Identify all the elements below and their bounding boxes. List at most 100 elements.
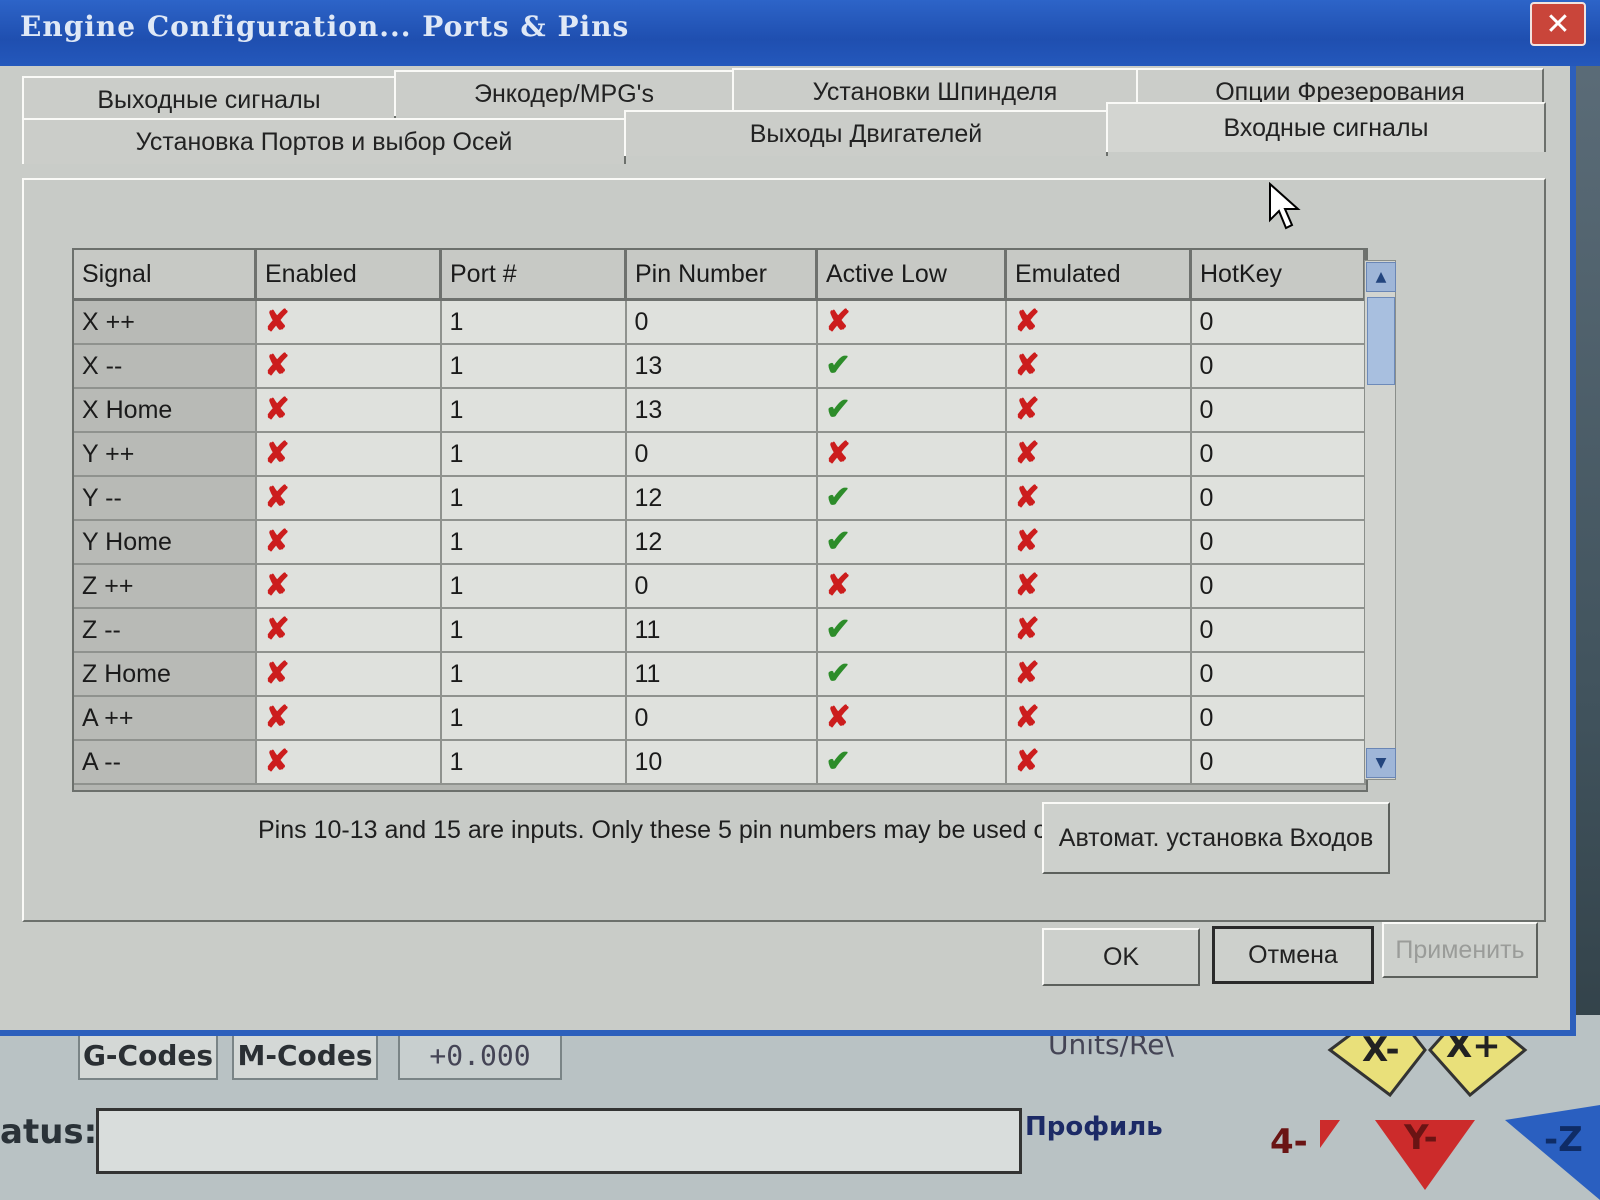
dialog-titlebar[interactable]: Engine Configuration... Ports & Pins ✕ (0, 0, 1600, 66)
hotkey-cell[interactable]: 0 (1190, 476, 1366, 521)
port-cell[interactable]: 1 (440, 652, 627, 697)
hotkey-cell[interactable]: 0 (1190, 652, 1366, 697)
tab-motor-outputs[interactable]: Выходы Двигателей (624, 110, 1108, 156)
table-row[interactable]: X ++ ✘ 1 0 ✘ ✘ 0 (74, 299, 1366, 345)
tab-port-axis-setup[interactable]: Установка Портов и выбор Осей (22, 118, 626, 164)
enabled-cell[interactable]: ✘ (255, 432, 442, 477)
table-row[interactable]: Z ++ ✘ 1 0 ✘ ✘ 0 (74, 564, 1366, 609)
pin-cell[interactable]: 13 (625, 344, 818, 389)
table-row[interactable]: Z -- ✘ 1 11 ✔ ✘ 0 (74, 608, 1366, 653)
active-low-cell[interactable]: ✘ (816, 299, 1007, 345)
table-row[interactable]: X -- ✘ 1 13 ✔ ✘ 0 (74, 344, 1366, 389)
pin-cell[interactable]: 10 (625, 740, 818, 785)
active-low-cell[interactable]: ✔ (816, 608, 1007, 653)
enabled-cell[interactable]: ✘ (255, 564, 442, 609)
apply-button[interactable]: Применить (1382, 922, 1538, 978)
table-row[interactable]: Z Home ✘ 1 11 ✔ ✘ 0 (74, 652, 1366, 697)
emulated-cell[interactable]: ✘ (1005, 476, 1192, 521)
col-enabled-header[interactable]: Enabled (255, 250, 442, 301)
port-cell[interactable]: 1 (440, 299, 627, 345)
hotkey-cell[interactable]: 0 (1190, 520, 1366, 565)
auto-setup-inputs-button[interactable]: Автомат. установка Входов (1042, 802, 1390, 874)
scroll-down-icon[interactable]: ▼ (1366, 748, 1396, 778)
active-low-cell[interactable]: ✘ (816, 564, 1007, 609)
port-cell[interactable]: 1 (440, 432, 627, 477)
signal-cell[interactable]: Y ++ (74, 432, 257, 477)
port-cell[interactable]: 1 (440, 476, 627, 521)
table-scrollbar[interactable]: ▲ ▼ (1364, 260, 1396, 780)
col-pin-header[interactable]: Pin Number (625, 250, 818, 301)
emulated-cell[interactable]: ✘ (1005, 652, 1192, 697)
emulated-cell[interactable]: ✘ (1005, 564, 1192, 609)
active-low-cell[interactable]: ✔ (816, 740, 1007, 785)
emulated-cell[interactable]: ✘ (1005, 608, 1192, 653)
hotkey-cell[interactable]: 0 (1190, 344, 1366, 389)
enabled-cell[interactable]: ✘ (255, 520, 442, 565)
emulated-cell[interactable]: ✘ (1005, 520, 1192, 565)
port-cell[interactable]: 1 (440, 388, 627, 433)
port-cell[interactable]: 1 (440, 740, 627, 785)
active-low-cell[interactable]: ✔ (816, 388, 1007, 433)
table-row[interactable]: A ++ ✘ 1 0 ✘ ✘ 0 (74, 696, 1366, 741)
scroll-up-icon[interactable]: ▲ (1366, 262, 1396, 292)
port-cell[interactable]: 1 (440, 564, 627, 609)
hotkey-cell[interactable]: 0 (1190, 696, 1366, 741)
active-low-cell[interactable]: ✔ (816, 652, 1007, 697)
hotkey-cell[interactable]: 0 (1190, 388, 1366, 433)
port-cell[interactable]: 1 (440, 696, 627, 741)
enabled-cell[interactable]: ✘ (255, 388, 442, 433)
signal-cell[interactable]: Y -- (74, 476, 257, 521)
close-button[interactable]: ✕ (1530, 2, 1586, 46)
col-hotkey-header[interactable]: HotKey (1190, 250, 1366, 301)
emulated-cell[interactable]: ✘ (1005, 696, 1192, 741)
active-low-cell[interactable]: ✔ (816, 476, 1007, 521)
enabled-cell[interactable]: ✘ (255, 299, 442, 345)
emulated-cell[interactable]: ✘ (1005, 344, 1192, 389)
hotkey-cell[interactable]: 0 (1190, 740, 1366, 785)
signal-cell[interactable]: X Home (74, 388, 257, 433)
enabled-cell[interactable]: ✘ (255, 608, 442, 653)
table-row[interactable]: Y Home ✘ 1 12 ✔ ✘ 0 (74, 520, 1366, 565)
port-cell[interactable]: 1 (440, 608, 627, 653)
emulated-cell[interactable]: ✘ (1005, 299, 1192, 345)
emulated-cell[interactable]: ✘ (1005, 740, 1192, 785)
active-low-cell[interactable]: ✔ (816, 520, 1007, 565)
table-row[interactable]: Y -- ✘ 1 12 ✔ ✘ 0 (74, 476, 1366, 521)
cancel-button[interactable]: Отмена (1212, 926, 1374, 984)
jog-4-minus-button[interactable] (1320, 1120, 1340, 1190)
pin-cell[interactable]: 13 (625, 388, 818, 433)
pin-cell[interactable]: 12 (625, 520, 818, 565)
signal-cell[interactable]: Z -- (74, 608, 257, 653)
scroll-thumb[interactable] (1367, 297, 1395, 385)
col-signal-header[interactable]: Signal (74, 250, 257, 301)
signal-cell[interactable]: X ++ (74, 299, 257, 345)
hotkey-cell[interactable]: 0 (1190, 608, 1366, 653)
ok-button[interactable]: OK (1042, 928, 1200, 986)
pin-cell[interactable]: 0 (625, 299, 818, 345)
signal-cell[interactable]: A -- (74, 740, 257, 785)
gcodes-button[interactable]: G-Codes (78, 1030, 218, 1080)
pin-cell[interactable]: 11 (625, 652, 818, 697)
pin-cell[interactable]: 0 (625, 564, 818, 609)
pin-cell[interactable]: 11 (625, 608, 818, 653)
active-low-cell[interactable]: ✘ (816, 432, 1007, 477)
emulated-cell[interactable]: ✘ (1005, 432, 1192, 477)
signal-cell[interactable]: Z ++ (74, 564, 257, 609)
hotkey-cell[interactable]: 0 (1190, 564, 1366, 609)
active-low-cell[interactable]: ✔ (816, 344, 1007, 389)
pin-cell[interactable]: 12 (625, 476, 818, 521)
signal-cell[interactable]: Z Home (74, 652, 257, 697)
port-cell[interactable]: 1 (440, 520, 627, 565)
pin-cell[interactable]: 0 (625, 696, 818, 741)
enabled-cell[interactable]: ✘ (255, 696, 442, 741)
tab-spindle-setup[interactable]: Установки Шпинделя (732, 68, 1138, 114)
enabled-cell[interactable]: ✘ (255, 740, 442, 785)
signal-cell[interactable]: X -- (74, 344, 257, 389)
hotkey-cell[interactable]: 0 (1190, 299, 1366, 345)
emulated-cell[interactable]: ✘ (1005, 388, 1192, 433)
port-cell[interactable]: 1 (440, 344, 627, 389)
table-row[interactable]: A -- ✘ 1 10 ✔ ✘ 0 (74, 740, 1366, 785)
active-low-cell[interactable]: ✘ (816, 696, 1007, 741)
enabled-cell[interactable]: ✘ (255, 476, 442, 521)
pin-cell[interactable]: 0 (625, 432, 818, 477)
